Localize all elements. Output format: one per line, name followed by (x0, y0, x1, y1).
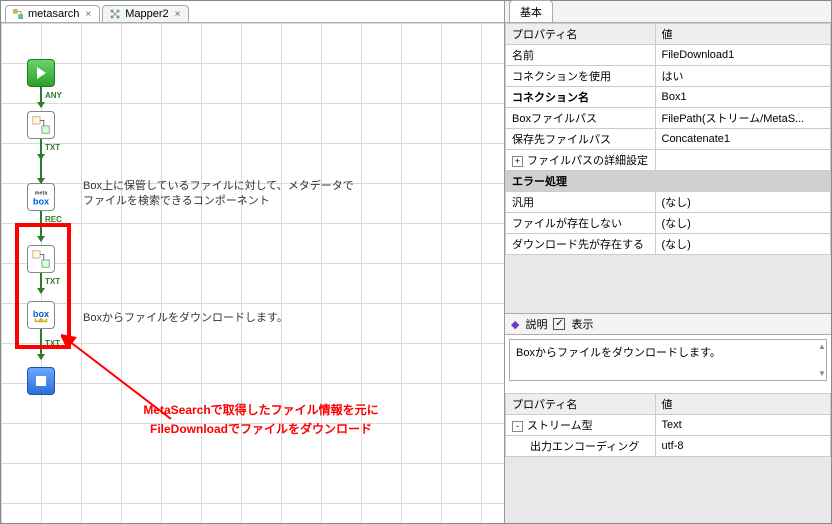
chevron-up-icon: ▲ (818, 342, 824, 351)
show-description-label: 表示 (571, 316, 593, 332)
properties-grid-lower: プロパティ名値 -ストリーム型Text 出力エンコーディングutf-8 (505, 393, 831, 457)
flow-icon (12, 8, 24, 20)
tab-label: metasarch (28, 8, 79, 20)
svg-text:meta: meta (35, 190, 49, 196)
col-header-name[interactable]: プロパティ名 (506, 24, 656, 45)
mapper-node-icon (30, 114, 52, 136)
table-row[interactable]: コネクション名Box1 (506, 87, 831, 108)
table-row[interactable]: BoxファイルパスFilePath(ストリーム/MetaS... (506, 108, 831, 129)
end-node[interactable] (27, 367, 55, 395)
tab-metasarch[interactable]: metasarch × (5, 5, 100, 22)
properties-blank (505, 457, 831, 523)
canvas-comment: Boxからファイルをダウンロードします。 (83, 311, 288, 326)
flow-edge (40, 159, 42, 183)
canvas-grid (1, 23, 504, 523)
tab-label: Mapper2 (125, 8, 168, 20)
table-row[interactable]: ファイルが存在しない(なし) (506, 213, 831, 234)
mapper-icon (109, 8, 121, 20)
book-icon: ◆ (511, 318, 519, 331)
description-header: ◆ 説明 ✓ 表示 (505, 313, 831, 335)
table-row[interactable]: +ファイルパスの詳細設定 (506, 150, 831, 171)
show-description-checkbox[interactable]: ✓ (553, 318, 565, 330)
table-row[interactable]: 出力エンコーディングutf-8 (506, 436, 831, 457)
properties-tab-basic[interactable]: 基本 (509, 0, 553, 22)
table-row[interactable]: 保存先ファイルパスConcatenate1 (506, 129, 831, 150)
flow-edge (40, 87, 42, 107)
expand-icon[interactable]: + (512, 156, 523, 167)
table-row[interactable]: ダウンロード先が存在する(なし) (506, 234, 831, 255)
table-section: エラー処理 (506, 171, 831, 192)
start-node[interactable] (27, 59, 55, 87)
table-row[interactable]: 名前FileDownload1 (506, 45, 831, 66)
scrollbar[interactable]: ▲▼ (818, 342, 824, 378)
col-header-value[interactable]: 値 (655, 394, 831, 415)
description-body[interactable]: Boxからファイルをダウンロードします。 ▲▼ (509, 339, 827, 381)
metabox-node[interactable]: metabox (27, 183, 55, 211)
edge-label-txt: TXT (45, 143, 60, 152)
metabox-node-icon: metabox (30, 186, 52, 208)
collapse-icon[interactable]: - (512, 421, 523, 432)
close-icon[interactable]: × (83, 9, 93, 20)
annotation-text: MetaSearchで取得したファイル情報を元に FileDownloadでファ… (111, 401, 411, 439)
flow-edge (40, 139, 42, 159)
editor-tabbar: metasarch × Mapper2 × (1, 1, 504, 23)
edge-label-any: ANY (45, 91, 62, 100)
col-header-value[interactable]: 値 (655, 24, 831, 45)
table-row[interactable]: コネクションを使用はい (506, 66, 831, 87)
svg-text:box: box (33, 196, 50, 206)
tab-mapper2[interactable]: Mapper2 × (102, 5, 189, 22)
table-row[interactable]: 汎用(なし) (506, 192, 831, 213)
chevron-down-icon: ▼ (818, 369, 824, 378)
close-icon[interactable]: × (173, 9, 183, 20)
mapper-node[interactable] (27, 111, 55, 139)
table-row[interactable]: -ストリーム型Text (506, 415, 831, 436)
description-label: 説明 (525, 316, 547, 332)
properties-blank (505, 255, 831, 313)
canvas-comment: Box上に保管しているファイルに対して、メタデータで ファイルを検索できるコンポ… (83, 179, 354, 210)
annotation-highlight (15, 223, 71, 349)
properties-tabbar: 基本 (505, 1, 831, 23)
col-header-name[interactable]: プロパティ名 (506, 394, 656, 415)
flow-canvas[interactable]: ANY TXT metabox REC TXT box TXT (1, 23, 504, 523)
properties-grid-upper: プロパティ名値 名前FileDownload1 コネクションを使用はい コネクシ… (505, 23, 831, 255)
